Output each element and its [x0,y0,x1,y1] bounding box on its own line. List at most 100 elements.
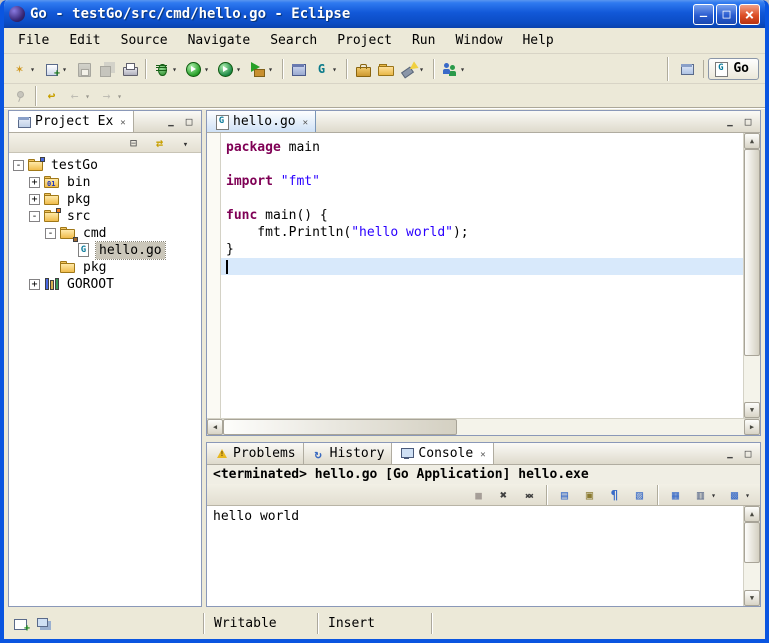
maximize-view-button[interactable] [739,114,757,130]
tab-hello-go[interactable]: hello.go [207,111,316,132]
tab-console[interactable]: Console [392,443,493,464]
dropdown-arrow-icon[interactable] [60,61,69,76]
editor-horizontal-scrollbar[interactable] [207,418,760,435]
scroll-left-button[interactable] [207,419,223,435]
tab-problems[interactable]: Problems [207,443,304,464]
menu-run[interactable]: Run [402,30,445,51]
open-type-button[interactable] [351,57,374,81]
save-output-button[interactable] [553,483,576,507]
dropdown-arrow-icon[interactable] [743,487,752,502]
remove-all-terminated-button[interactable] [517,483,540,507]
tree-item-pkg[interactable]: pkg [11,259,201,276]
dropdown-arrow-icon[interactable] [202,61,211,76]
menu-edit[interactable]: Edit [59,30,110,51]
save-all-button[interactable] [95,57,118,81]
link-with-editor-button[interactable] [148,131,171,155]
dropdown-arrow-icon[interactable] [266,61,275,76]
tab-project-explorer[interactable]: Project Ex [9,111,134,132]
forward-button[interactable] [95,84,127,108]
dropdown-arrow-icon[interactable] [170,61,179,76]
dropdown-arrow-icon[interactable] [330,61,339,76]
dropdown-arrow-icon[interactable] [28,61,37,76]
tree-item-GOROOT[interactable]: +GOROOT [11,276,201,293]
close-tab-icon[interactable] [480,446,485,461]
code-line[interactable]: func main() { [221,207,743,224]
tree-item-cmd[interactable]: -cmd [11,225,201,242]
code-line-current[interactable] [221,258,743,275]
menu-project[interactable]: Project [327,30,402,51]
scrollbar-thumb[interactable] [744,522,760,563]
code-line[interactable]: } [221,241,743,258]
tree-item-hello.go[interactable]: Ghello.go [11,242,201,259]
title-bar[interactable]: Go - testGo/src/cmd/hello.go - Eclipse [4,0,765,28]
tree-expander[interactable]: + [29,194,40,205]
minimize-view-button[interactable] [721,446,739,462]
scroll-lock-button[interactable] [578,483,601,507]
debug-button[interactable] [150,57,182,81]
external-tools-button[interactable] [246,57,278,81]
tree-item-pkg[interactable]: +pkg [11,191,201,208]
open-resource-button[interactable] [374,57,397,81]
new-go-project-button[interactable] [287,57,310,81]
code-line[interactable] [221,190,743,207]
console-output[interactable]: hello world [207,506,743,606]
terminate-button[interactable] [467,483,490,507]
run-last-button[interactable] [214,57,246,81]
tree-expander[interactable]: + [29,279,40,290]
new-element-button[interactable] [40,57,72,81]
tree-item-src[interactable]: -src [11,208,201,225]
code-line[interactable]: package main [221,139,743,156]
scroll-up-button[interactable] [744,133,760,149]
annotation-ruler[interactable] [207,133,221,418]
minimize-window-button[interactable] [693,4,714,25]
code-line[interactable] [221,156,743,173]
team-button[interactable] [438,57,470,81]
tree-expander[interactable]: - [45,228,56,239]
dropdown-arrow-icon[interactable] [83,88,92,103]
minimize-view-button[interactable] [721,114,739,130]
minimize-view-button[interactable] [162,114,180,130]
pin-console-button[interactable] [664,483,687,507]
scroll-up-button[interactable] [744,506,760,522]
close-window-button[interactable] [739,4,760,25]
open-console-button[interactable] [723,483,755,507]
console-vertical-scrollbar[interactable] [743,506,760,606]
last-edit-location-button[interactable] [40,84,63,108]
scrollbar-thumb[interactable] [744,149,760,356]
dropdown-arrow-icon[interactable] [458,61,467,76]
open-perspective-button[interactable] [676,57,699,81]
dropdown-arrow-icon[interactable] [234,61,243,76]
menu-navigate[interactable]: Navigate [178,30,261,51]
pin-editor-button[interactable] [8,84,31,108]
menu-file[interactable]: File [8,30,59,51]
back-button[interactable] [63,84,95,108]
tree-item-bin[interactable]: +01bin [11,174,201,191]
tab-history[interactable]: History [304,443,393,464]
scroll-right-button[interactable] [744,419,760,435]
dropdown-arrow-icon[interactable] [115,88,124,103]
run-button[interactable] [182,57,214,81]
scroll-down-button[interactable] [744,402,760,418]
close-tab-icon[interactable] [120,114,125,129]
collapse-all-button[interactable] [122,131,145,155]
scrollbar-thumb[interactable] [223,419,457,435]
tree-item-testGo[interactable]: -testGo [11,157,201,174]
menu-help[interactable]: Help [512,30,563,51]
view-menu-button[interactable] [174,131,197,155]
dropdown-arrow-icon[interactable] [709,487,718,502]
fast-view-icon[interactable] [13,616,30,632]
code-line[interactable]: import "fmt" [221,173,743,190]
word-wrap-button[interactable] [603,483,626,507]
tree-expander[interactable]: - [13,160,24,171]
remove-launch-button[interactable] [492,483,515,507]
code-line[interactable]: fmt.Println("hello world"); [221,224,743,241]
tree-expander[interactable]: + [29,177,40,188]
code-area[interactable]: package main import "fmt" func main() { fm… [221,133,743,418]
new-wizard-button[interactable] [8,57,40,81]
perspective-go-button[interactable]: Go [708,58,759,80]
menu-search[interactable]: Search [260,30,327,51]
display-selected-button[interactable] [689,483,721,507]
save-button[interactable] [72,57,95,81]
maximize-view-button[interactable] [739,446,757,462]
scroll-down-button[interactable] [744,590,760,606]
